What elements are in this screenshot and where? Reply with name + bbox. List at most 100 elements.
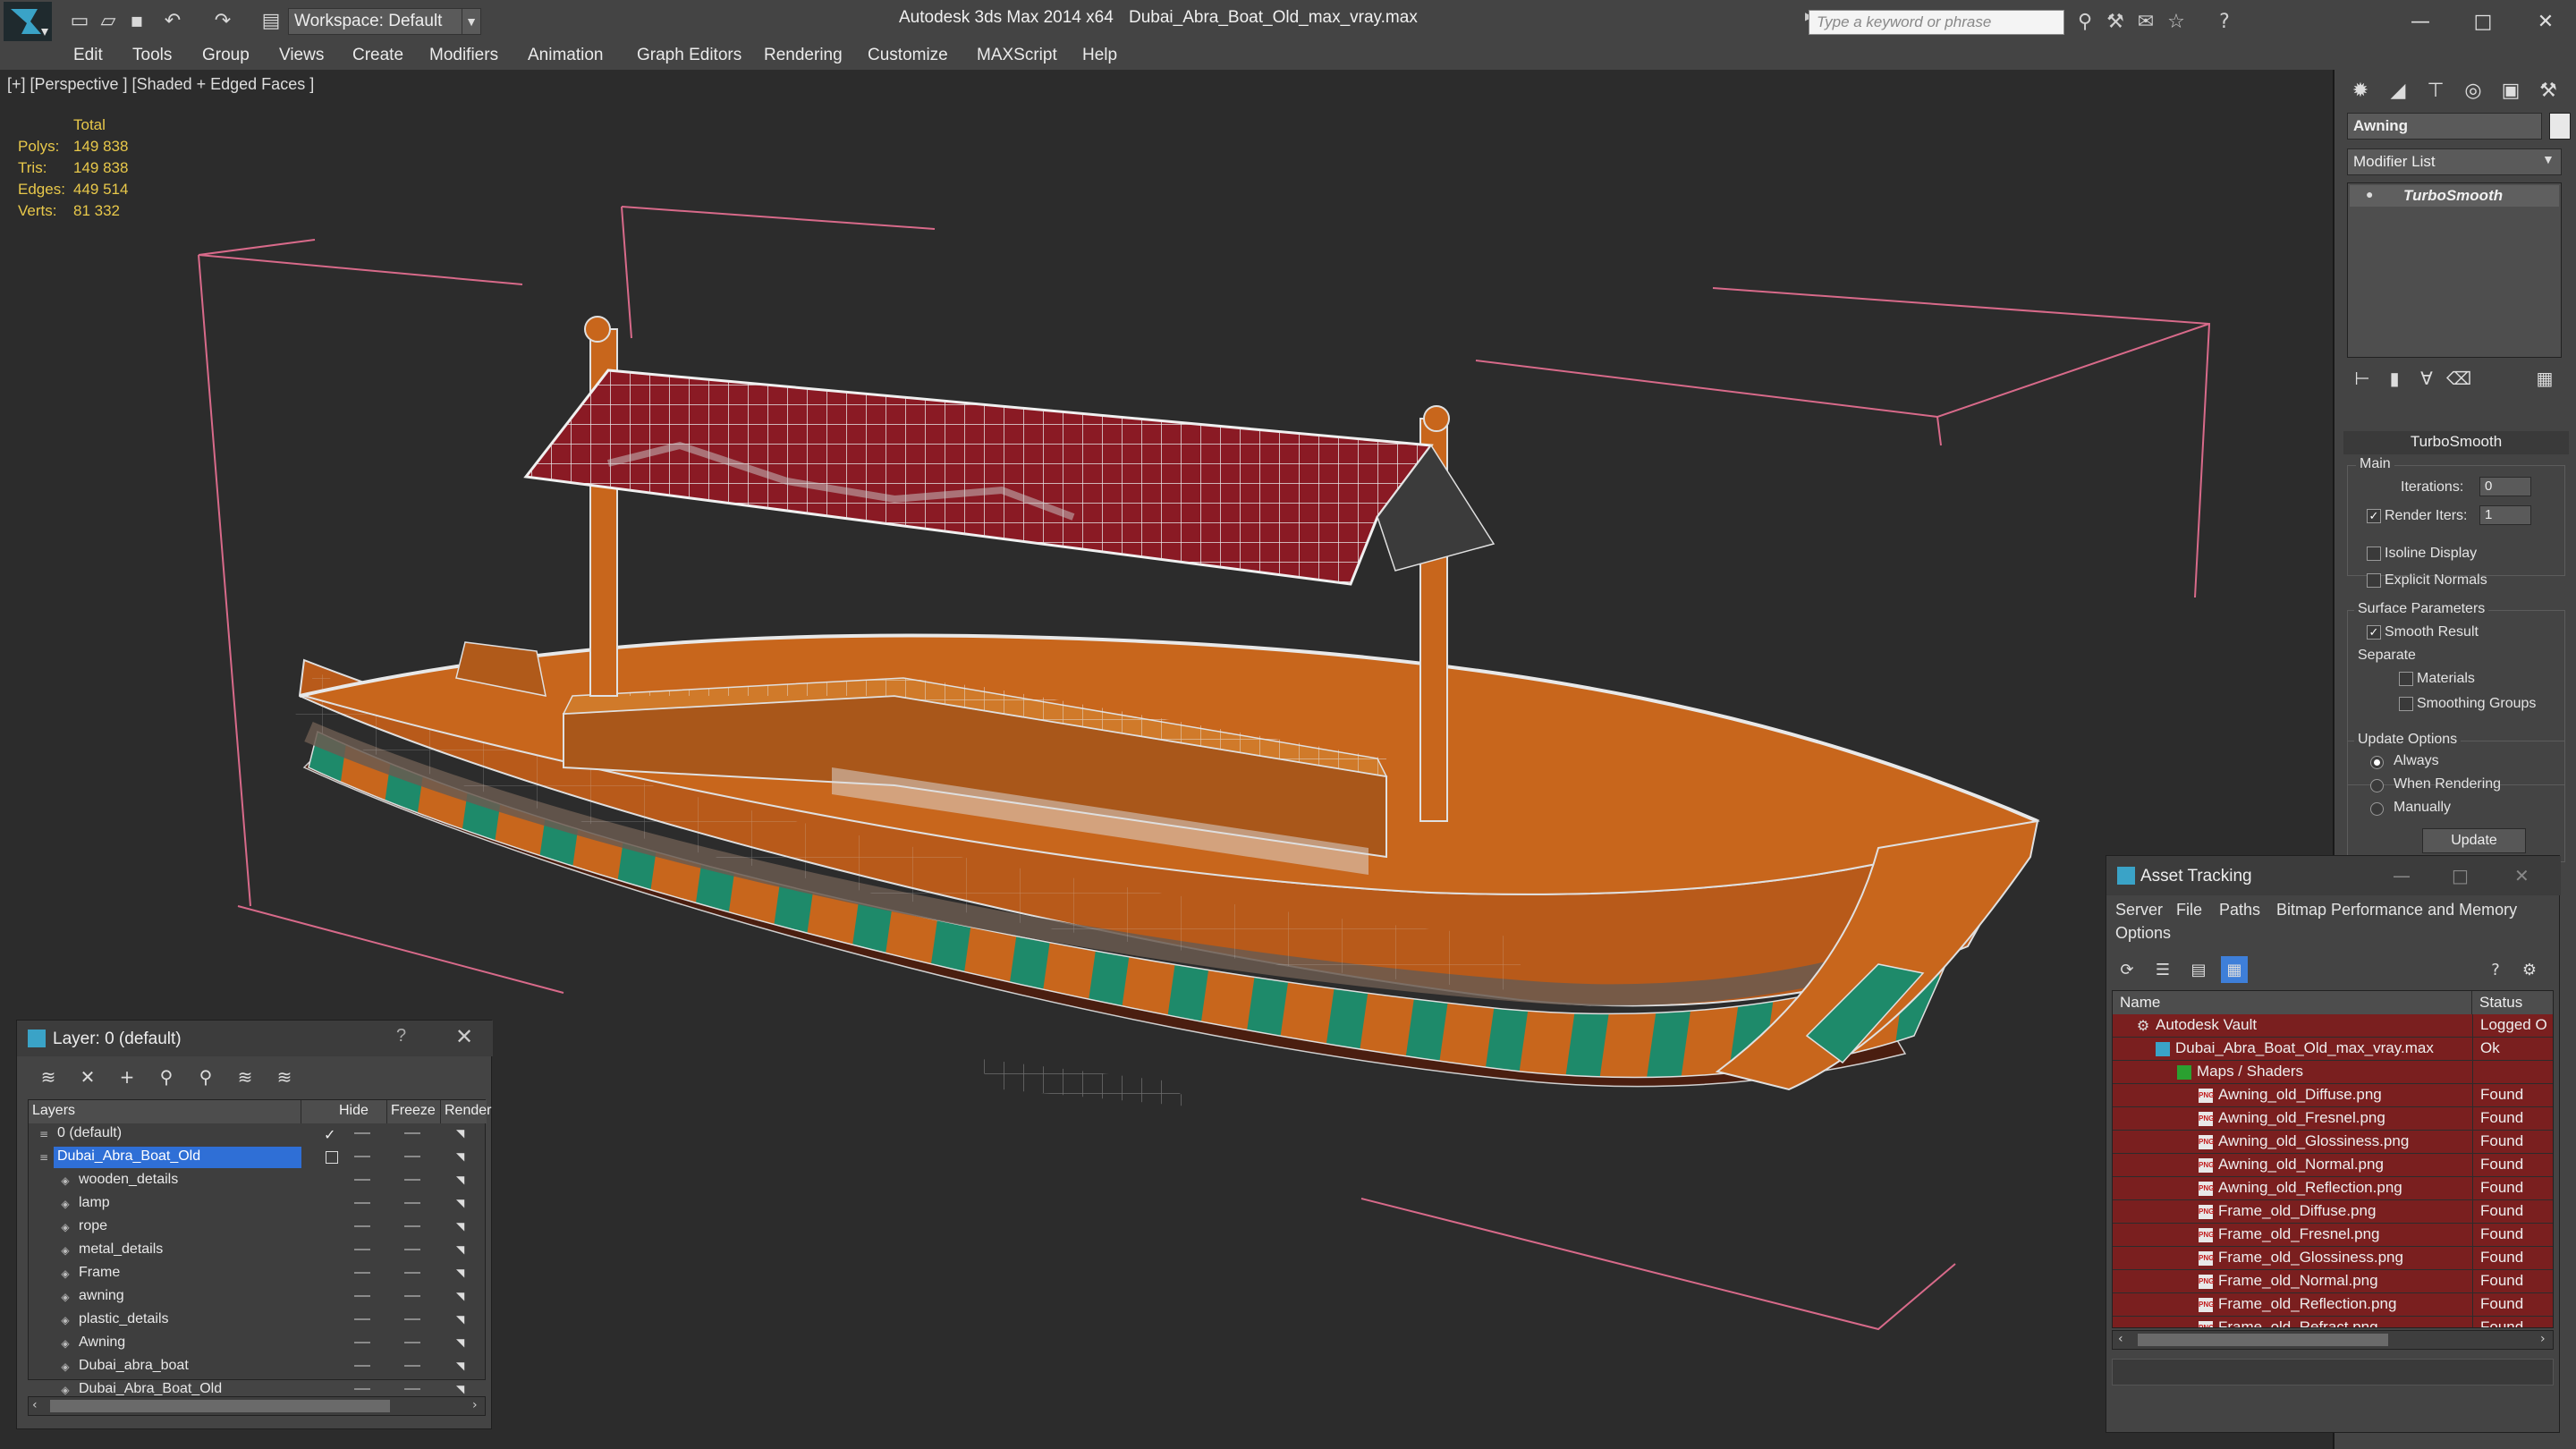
viewport-label[interactable]: [+] [Perspective ] [Shaded + Edged Faces…: [7, 75, 314, 94]
layer-manager-icon[interactable]: ≋: [35, 1063, 62, 1090]
freeze-toggle[interactable]: [404, 1249, 420, 1250]
render-teapot-icon[interactable]: ◥: [456, 1174, 469, 1185]
layer-hscrollbar[interactable]: ‹ ›: [28, 1396, 486, 1416]
asset-row[interactable]: Awning_old_Glossiness.png PNG Found: [2113, 1131, 2553, 1154]
render-teapot-icon[interactable]: ◥: [456, 1291, 469, 1301]
freeze-toggle[interactable]: [404, 1225, 420, 1227]
hide-toggle[interactable]: [354, 1388, 370, 1390]
render-teapot-icon[interactable]: ◥: [456, 1244, 469, 1255]
smooth-result-checkbox[interactable]: ✓: [2367, 625, 2381, 640]
menu-views[interactable]: Views: [279, 46, 324, 65]
close-icon[interactable]: ✕: [455, 1024, 473, 1049]
freeze-toggle[interactable]: [404, 1388, 420, 1390]
close-button[interactable]: ✕: [2521, 4, 2571, 39]
render-teapot-icon[interactable]: ◥: [456, 1337, 469, 1348]
app-logo-icon[interactable]: [4, 2, 52, 41]
layer-row[interactable]: ◈ rope ◥: [29, 1216, 487, 1238]
scroll-right-icon[interactable]: ›: [2540, 1332, 2546, 1346]
col-name[interactable]: Name: [2113, 991, 2472, 1014]
layer-row[interactable]: ◈ metal_details ◥: [29, 1240, 487, 1261]
hierarchy-tab-icon[interactable]: ⊤: [2419, 73, 2453, 107]
asset-name[interactable]: Awning_old_Reflection.png: [2113, 1177, 2472, 1199]
render-iters-checkbox[interactable]: ✓: [2367, 509, 2381, 523]
freeze-all-icon[interactable]: ≋: [271, 1063, 298, 1090]
chevron-down-icon[interactable]: ▼: [2542, 152, 2555, 166]
menu-animation[interactable]: Animation: [528, 46, 604, 65]
asset-name[interactable]: Frame_old_Diffuse.png: [2113, 1200, 2472, 1223]
communication-icon[interactable]: ✉: [2132, 8, 2159, 35]
hide-toggle[interactable]: [354, 1156, 370, 1157]
freeze-toggle[interactable]: [404, 1156, 420, 1157]
minimize-icon[interactable]: —: [2393, 865, 2411, 886]
scroll-left-icon[interactable]: ‹: [32, 1398, 38, 1412]
asset-name[interactable]: Frame_old_Normal.png: [2113, 1270, 2472, 1292]
asset-name[interactable]: Frame_old_Glossiness.png: [2113, 1247, 2472, 1269]
utilities-tab-icon[interactable]: ⚒: [2531, 73, 2565, 107]
col-render[interactable]: Render: [441, 1100, 491, 1123]
thumbnail-view-icon[interactable]: ▤: [2185, 956, 2212, 983]
hide-all-icon[interactable]: ≋: [232, 1063, 258, 1090]
col-layers[interactable]: Layers: [29, 1100, 301, 1123]
hide-toggle[interactable]: [354, 1365, 370, 1367]
layer-name[interactable]: 0 (default): [54, 1123, 125, 1145]
menu-help[interactable]: Help: [1082, 46, 1117, 65]
add-layer-icon[interactable]: +: [114, 1063, 140, 1090]
asset-row[interactable]: Frame_old_Refract.png PNG Found: [2113, 1317, 2553, 1327]
asset-name[interactable]: Frame_old_Reflection.png: [2113, 1293, 2472, 1316]
materials-checkbox[interactable]: [2399, 672, 2413, 686]
render-teapot-icon[interactable]: ◥: [456, 1128, 469, 1139]
layer-row[interactable]: ◈ Dubai_abra_boat ◥: [29, 1356, 487, 1377]
settings-icon[interactable]: ⚙: [2516, 956, 2543, 983]
lightbulb-icon[interactable]: ●: [2366, 187, 2373, 201]
highlight-layer-icon[interactable]: ⚲: [192, 1063, 219, 1090]
hold-icon[interactable]: ▤: [259, 9, 283, 32]
layer-name[interactable]: plastic_details: [75, 1309, 173, 1331]
table-view-icon[interactable]: ▦: [2221, 956, 2248, 983]
menu-create[interactable]: Create: [352, 46, 403, 65]
render-teapot-icon[interactable]: ◥: [456, 1221, 469, 1232]
scroll-left-icon[interactable]: ‹: [2118, 1332, 2123, 1346]
layer-name[interactable]: Dubai_abra_boat: [75, 1356, 192, 1377]
iterations-spinner[interactable]: 0: [2479, 477, 2531, 496]
object-name-field[interactable]: Awning: [2347, 113, 2542, 140]
undo-icon[interactable]: ↶: [161, 9, 184, 32]
create-tab-icon[interactable]: ✹: [2343, 73, 2377, 107]
asset-row[interactable]: Frame_old_Fresnel.png PNG Found: [2113, 1224, 2553, 1247]
hide-toggle[interactable]: [354, 1295, 370, 1297]
freeze-toggle[interactable]: [404, 1202, 420, 1204]
asset-hscrollbar[interactable]: ‹ ›: [2112, 1330, 2554, 1350]
asset-row[interactable]: Frame_old_Glossiness.png PNG Found: [2113, 1247, 2553, 1270]
asset-row[interactable]: Dubai_Abra_Boat_Old_max_vray.max Ok: [2113, 1038, 2553, 1061]
asset-name[interactable]: Autodesk Vault: [2113, 1014, 2472, 1037]
layer-name[interactable]: Dubai_Abra_Boat_Old: [54, 1147, 301, 1168]
freeze-toggle[interactable]: [404, 1132, 420, 1134]
stack-item-turbosmooth[interactable]: TurboSmooth: [2350, 185, 2559, 207]
freeze-toggle[interactable]: [404, 1272, 420, 1274]
when-rendering-radio[interactable]: [2370, 779, 2384, 792]
asset-path-field[interactable]: [2112, 1359, 2554, 1385]
render-teapot-icon[interactable]: ◥: [456, 1267, 469, 1278]
render-iters-spinner[interactable]: 1: [2479, 505, 2531, 525]
layer-row[interactable]: ◈ Awning ◥: [29, 1333, 487, 1354]
refresh-icon[interactable]: ⟳: [2114, 956, 2140, 983]
delete-layer-icon[interactable]: ✕: [74, 1063, 101, 1090]
menu-bitmap-performance[interactable]: Bitmap Performance and Memory: [2276, 901, 2517, 919]
asset-name[interactable]: Maps / Shaders: [2113, 1061, 2472, 1083]
asset-name[interactable]: Awning_old_Fresnel.png: [2113, 1107, 2472, 1130]
chevron-down-icon[interactable]: ▼: [462, 8, 481, 35]
close-icon[interactable]: ✕: [2514, 865, 2529, 886]
menu-graph-editors[interactable]: Graph Editors: [637, 46, 741, 65]
render-teapot-icon[interactable]: ◥: [456, 1151, 469, 1162]
layer-name[interactable]: Frame: [75, 1263, 123, 1284]
layer-dialog-titlebar[interactable]: Layer: 0 (default) ? ✕: [17, 1021, 493, 1056]
isoline-checkbox[interactable]: [2367, 547, 2381, 561]
asset-row[interactable]: Frame_old_Diffuse.png PNG Found: [2113, 1200, 2553, 1224]
layer-name[interactable]: wooden_details: [75, 1170, 182, 1191]
configure-sets-icon[interactable]: ▦: [2531, 365, 2558, 392]
pin-stack-icon[interactable]: ⊢: [2349, 365, 2376, 392]
menu-file[interactable]: File: [2176, 901, 2202, 919]
modify-tab-icon[interactable]: ◢: [2381, 73, 2415, 107]
update-button[interactable]: Update: [2422, 828, 2526, 853]
asset-row[interactable]: Frame_old_Reflection.png PNG Found: [2113, 1293, 2553, 1317]
asset-row[interactable]: Maps / Shaders: [2113, 1061, 2553, 1084]
